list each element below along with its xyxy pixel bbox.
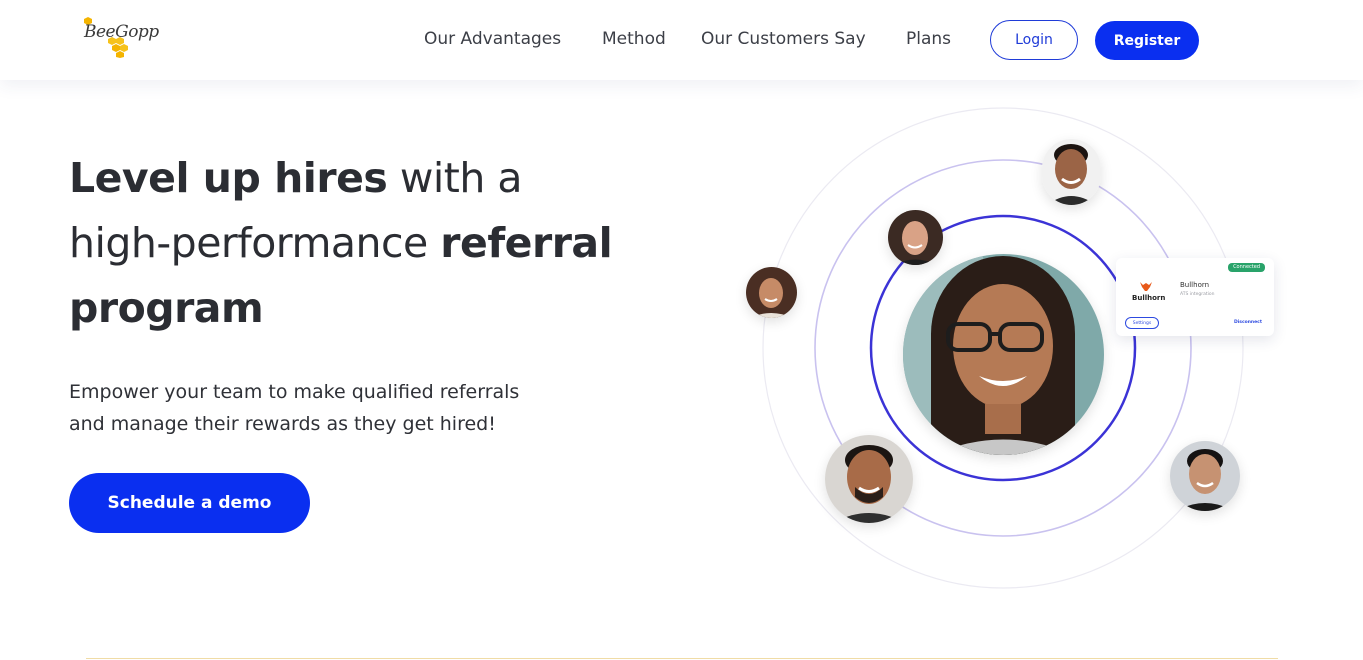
integration-title: Bullhorn <box>1180 281 1210 289</box>
brand-name: BeeGopp <box>84 22 159 42</box>
site-header: BeeGopp Our Advantages Method Our Custom… <box>0 0 1363 80</box>
hero-subtext-line-2: and manage their rewards as they get hir… <box>69 413 496 435</box>
bullhorn-integration-card: Connected Bullhorn Bullhorn ATS integrat… <box>1116 258 1274 336</box>
schedule-demo-button[interactable]: Schedule a demo <box>69 473 310 533</box>
bullhorn-logo-text: Bullhorn <box>1132 294 1166 302</box>
headline-bold-1: Level up hires <box>69 154 388 202</box>
section-divider <box>86 658 1278 659</box>
nav-plans[interactable]: Plans <box>906 29 951 49</box>
nav-method[interactable]: Method <box>602 29 666 49</box>
integration-disconnect-link[interactable]: Disconnect <box>1234 320 1262 325</box>
brand-logo[interactable]: BeeGopp <box>78 14 168 58</box>
customer-avatar-bottom-right <box>1170 441 1240 511</box>
bull-icon <box>1140 282 1152 291</box>
login-button[interactable]: Login <box>990 20 1078 60</box>
nav-our-customers-say[interactable]: Our Customers Say <box>701 29 866 49</box>
nav-our-advantages[interactable]: Our Advantages <box>424 29 561 49</box>
hero-subtext-line-1: Empower your team to make qualified refe… <box>69 381 520 403</box>
integration-subtitle: ATS integration <box>1180 292 1215 297</box>
integration-settings-button[interactable]: Settings <box>1125 317 1159 329</box>
customer-avatar-left <box>746 267 797 318</box>
hero-headline: Level up hires with a high-performance r… <box>69 146 689 341</box>
headline-bold-2: referral <box>440 219 613 267</box>
customer-avatar-bottom-left <box>825 435 913 523</box>
headline-light-1: with a <box>387 154 523 202</box>
customer-avatar-top-right <box>1042 139 1101 205</box>
connected-badge: Connected <box>1228 263 1265 272</box>
headline-light-2: high-performance <box>69 219 441 267</box>
customer-avatar-upper-left <box>888 210 943 265</box>
headline-bold-3: program <box>69 284 264 332</box>
main-portrait-avatar <box>903 254 1104 455</box>
hero-subtext: Empower your team to make qualified refe… <box>69 376 589 440</box>
register-button[interactable]: Register <box>1095 21 1199 60</box>
